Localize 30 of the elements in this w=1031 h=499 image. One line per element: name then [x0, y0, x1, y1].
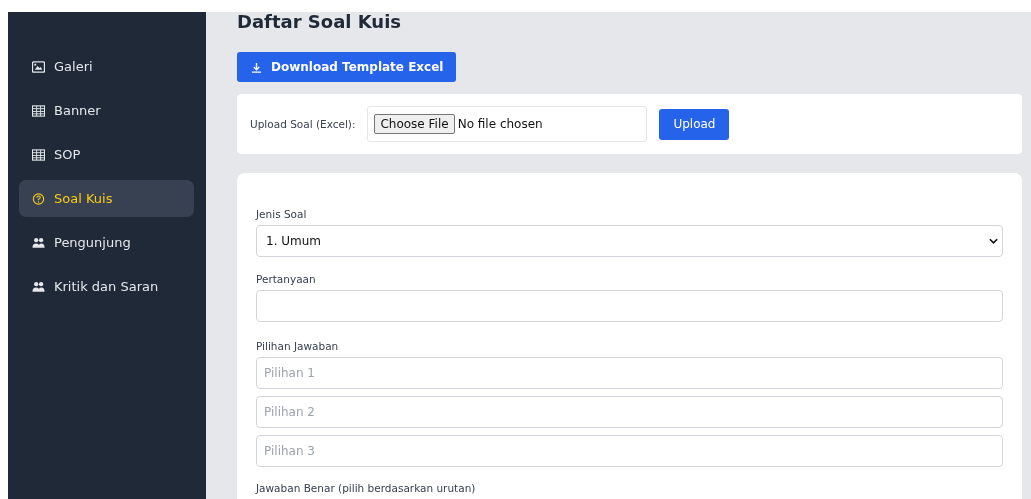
file-status: No file chosen	[457, 117, 543, 132]
field-label: Jenis Soal	[256, 208, 308, 220]
sidebar-item[interactable]: SOP	[19, 136, 194, 173]
image-icon	[32, 60, 45, 73]
sidebar-item[interactable]: Galeri	[19, 48, 194, 85]
page-title: Daftar Soal Kuis	[237, 12, 403, 33]
sidebar-item[interactable]: Soal Kuis	[19, 180, 194, 217]
file-input[interactable]: Choose File No file chosen	[367, 106, 648, 143]
upload-button[interactable]: Upload	[659, 108, 730, 140]
sidebar-item[interactable]: Kritik dan Saran	[19, 268, 194, 305]
choice-field[interactable]: Pilihan 2	[256, 396, 1003, 428]
choice-field[interactable]: Pilihan 1	[256, 357, 1003, 389]
sidebar-item[interactable]: Pengunjung	[19, 224, 194, 261]
choose-file-button[interactable]: Choose File	[374, 114, 455, 135]
table-icon	[32, 148, 45, 161]
question-field[interactable]	[256, 290, 1003, 322]
help-icon	[32, 192, 45, 205]
choice-field[interactable]: Pilihan 3	[256, 435, 1003, 467]
type-select[interactable]: 1. Umum	[256, 225, 1003, 257]
users-icon	[32, 280, 45, 293]
users-icon	[32, 236, 45, 249]
table-icon	[32, 104, 45, 117]
upload-label: Upload Soal (Excel):	[250, 118, 356, 131]
download-icon	[251, 61, 262, 73]
field-label: Pilihan Jawaban	[256, 340, 340, 352]
sidebar-item[interactable]: Banner	[19, 92, 194, 129]
field-label: Pertanyaan	[256, 273, 317, 285]
download-template-button[interactable]: Download Template Excel	[237, 51, 457, 83]
chevron-icon	[989, 238, 998, 244]
field-label: Jawaban Benar (pilih berdasarkan urutan)	[256, 482, 477, 494]
